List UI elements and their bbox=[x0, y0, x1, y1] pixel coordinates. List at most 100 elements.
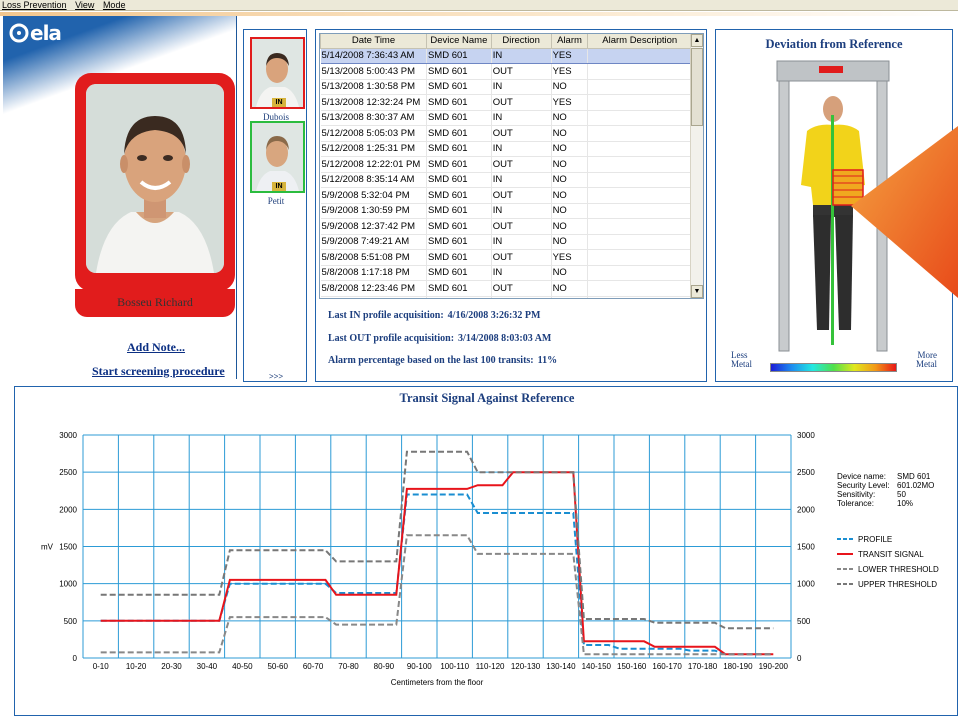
cell-alarm: NO bbox=[551, 79, 589, 95]
add-note-link[interactable]: Add Note... bbox=[127, 340, 185, 355]
cell-direction: OUT bbox=[491, 63, 552, 80]
device-info-value: 50 bbox=[897, 490, 906, 499]
table-row[interactable]: 5/9/2008 1:30:59 PM SMD 601 IN NO bbox=[320, 203, 692, 219]
table-row[interactable]: 5/13/2008 1:30:58 PM SMD 601 IN NO bbox=[320, 79, 692, 95]
table-row[interactable]: 5/9/2008 12:37:42 PM SMD 601 OUT NO bbox=[320, 218, 692, 235]
cell-date-time: 5/8/2008 8:21:06 AM bbox=[320, 296, 427, 298]
cell-alarm-description bbox=[587, 156, 692, 173]
table-row[interactable]: 5/12/2008 12:22:01 PM SMD 601 OUT NO bbox=[320, 156, 692, 173]
menu-mode[interactable]: Mode bbox=[100, 0, 129, 11]
x-tick-label: 160-170 bbox=[652, 662, 682, 671]
table-row[interactable]: 5/8/2008 5:51:08 PM SMD 601 OUT YES bbox=[320, 249, 692, 266]
cell-device-name: SMD 601 bbox=[426, 249, 492, 266]
cell-date-time: 5/9/2008 5:32:04 PM bbox=[320, 187, 427, 204]
cell-direction: IN bbox=[491, 79, 552, 95]
cell-device-name: SMD 601 bbox=[426, 218, 492, 235]
thumbnail-direction-badge: IN bbox=[272, 98, 286, 107]
device-info-label: Sensitivity: bbox=[837, 490, 875, 499]
cell-alarm-description bbox=[587, 63, 692, 80]
y-tick-label-left: 1000 bbox=[59, 580, 77, 589]
table-row[interactable]: 5/13/2008 5:00:43 PM SMD 601 OUT YES bbox=[320, 63, 692, 80]
cell-direction: OUT bbox=[491, 280, 552, 297]
y-axis-label: mV bbox=[41, 543, 54, 552]
cell-direction: IN bbox=[491, 265, 552, 281]
less-metal-label: Less Metal bbox=[731, 350, 752, 369]
table-row[interactable]: 5/12/2008 1:25:31 PM SMD 601 IN NO bbox=[320, 141, 692, 157]
transit-signal-chart-panel: Transit Signal Against Reference 0 0 500 50… bbox=[14, 386, 958, 716]
table-row[interactable]: 5/13/2008 12:32:24 PM SMD 601 OUT YES bbox=[320, 94, 692, 111]
column-header-alarm[interactable]: Alarm bbox=[550, 34, 589, 49]
table-row[interactable]: 5/8/2008 1:17:18 PM SMD 601 IN NO bbox=[320, 265, 692, 281]
thumbnail-petit[interactable]: IN bbox=[250, 121, 305, 193]
cell-device-name: SMD 601 bbox=[426, 172, 492, 188]
thumbnail-direction-badge: IN bbox=[272, 182, 286, 191]
cell-alarm-description bbox=[587, 94, 692, 111]
table-header-row: Date Time Device Name Direction Alarm Al… bbox=[320, 34, 692, 49]
more-thumbnails-link[interactable]: >>> bbox=[244, 372, 308, 381]
scroll-up-arrow-icon[interactable]: ▲ bbox=[691, 34, 703, 47]
svg-text:ela: ela bbox=[30, 21, 61, 45]
cell-alarm-description bbox=[587, 265, 692, 281]
y-tick-label-left: 500 bbox=[64, 617, 78, 626]
legend-label: UPPER THRESHOLD bbox=[858, 580, 937, 589]
cell-date-time: 5/8/2008 1:17:18 PM bbox=[320, 265, 427, 281]
table-row[interactable]: 5/9/2008 7:49:21 AM SMD 601 IN NO bbox=[320, 234, 692, 250]
start-screening-link[interactable]: Start screening procedure bbox=[92, 364, 225, 379]
table-row[interactable]: 5/8/2008 8:21:06 AMSMD 601INNO bbox=[320, 296, 692, 298]
transit-log-table: Date Time Device Name Direction Alarm Al… bbox=[320, 34, 692, 298]
menu-loss-prevention[interactable]: Loss Prevention bbox=[0, 0, 70, 11]
table-row[interactable]: 5/8/2008 12:23:46 PM SMD 601 OUT NO bbox=[320, 280, 692, 297]
deviation-color-scale bbox=[770, 363, 897, 372]
transit-signal-chart: 0 0 500 500 1000 1000 1500 1500 2000 2000 2500 2500… bbox=[41, 431, 939, 687]
table-row[interactable]: 5/12/2008 5:05:03 PM SMD 601 OUT NO bbox=[320, 125, 692, 142]
scrollbar-thumb[interactable] bbox=[691, 48, 703, 126]
column-header-direction[interactable]: Direction bbox=[490, 34, 552, 49]
cell-alarm-description bbox=[587, 48, 692, 64]
cell-direction: IN bbox=[491, 296, 552, 298]
cell-date-time: 5/12/2008 1:25:31 PM bbox=[320, 141, 427, 157]
cell-alarm-description bbox=[587, 110, 692, 126]
cell-alarm: NO bbox=[551, 280, 589, 297]
thumbnail-name: Petit bbox=[267, 196, 285, 206]
column-header-device-name[interactable]: Device Name bbox=[425, 34, 492, 49]
cell-alarm: YES bbox=[551, 249, 589, 266]
x-tick-label: 180-190 bbox=[723, 662, 753, 671]
cell-alarm: NO bbox=[551, 156, 589, 173]
device-info-value: 601.02MO bbox=[897, 481, 934, 490]
cell-direction: IN bbox=[491, 110, 552, 126]
more-metal-label: More Metal bbox=[916, 350, 937, 369]
table-vertical-scrollbar[interactable]: ▲ ▼ bbox=[690, 34, 703, 298]
y-tick-label-left: 3000 bbox=[59, 431, 77, 440]
y-tick-label-right: 1000 bbox=[797, 580, 815, 589]
scroll-down-arrow-icon[interactable]: ▼ bbox=[691, 285, 703, 298]
cell-alarm-description bbox=[587, 296, 692, 298]
menu-view[interactable]: View bbox=[72, 0, 97, 11]
device-info-label: Tolerance: bbox=[837, 499, 874, 508]
legend-label: PROFILE bbox=[858, 535, 892, 544]
x-tick-label: 30-40 bbox=[197, 662, 218, 671]
table-row[interactable]: 5/9/2008 5:32:04 PM SMD 601 OUT NO bbox=[320, 187, 692, 204]
cell-date-time: 5/12/2008 8:35:14 AM bbox=[320, 172, 427, 188]
table-row[interactable]: 5/13/2008 8:30:37 AM SMD 601 IN NO bbox=[320, 110, 692, 126]
cell-direction: OUT bbox=[491, 218, 552, 235]
cell-date-time: 5/13/2008 12:32:24 PM bbox=[320, 94, 427, 111]
decorative-orange-arrow-icon bbox=[851, 126, 958, 298]
cell-alarm: NO bbox=[551, 234, 589, 250]
column-header-date-time[interactable]: Date Time bbox=[320, 34, 427, 49]
x-tick-label: 20-30 bbox=[161, 662, 182, 671]
cell-device-name: SMD 601 bbox=[426, 125, 492, 142]
table-row[interactable]: 5/12/2008 8:35:14 AM SMD 601 IN NO bbox=[320, 172, 692, 188]
cell-alarm-description bbox=[587, 172, 692, 188]
x-tick-label: 10-20 bbox=[126, 662, 147, 671]
cell-date-time: 5/12/2008 5:05:03 PM bbox=[320, 125, 427, 142]
x-tick-label: 120-130 bbox=[511, 662, 541, 671]
y-tick-label-left: 1500 bbox=[59, 543, 77, 552]
deviation-title: Deviation from Reference bbox=[765, 37, 903, 51]
y-tick-label-right: 0 bbox=[797, 654, 802, 663]
table-row[interactable]: 5/14/2008 7:36:43 AM SMD 601 IN YES bbox=[320, 48, 692, 64]
thumbnail-dubois[interactable]: IN bbox=[250, 37, 305, 109]
cell-device-name: SMD 601 bbox=[426, 187, 492, 204]
cell-alarm-description bbox=[587, 203, 692, 219]
column-header-alarm-description[interactable]: Alarm Description bbox=[587, 34, 692, 49]
x-tick-label: 50-60 bbox=[267, 662, 288, 671]
